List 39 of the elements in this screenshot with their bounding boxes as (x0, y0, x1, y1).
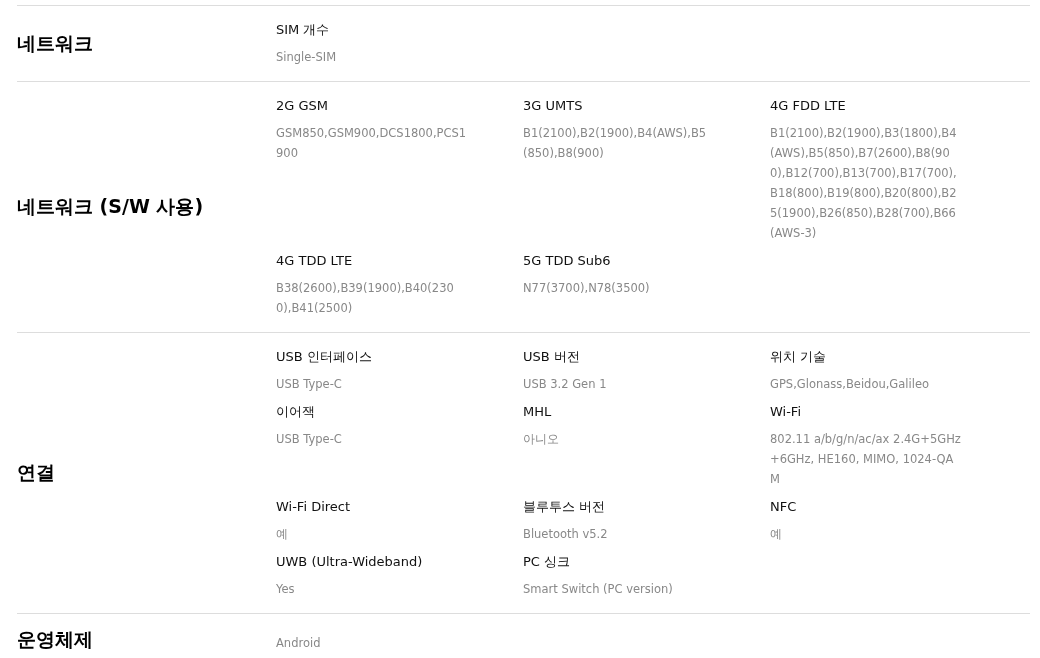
spec-label: NFC (770, 498, 798, 516)
spec-value: Android (276, 635, 322, 652)
spec-label: Wi-Fi (770, 403, 802, 421)
spec-value: USB Type-C (276, 376, 343, 393)
spec-label: USB 인터페이스 (276, 348, 373, 366)
spec-value: GPS,Glonass,Beidou,Galileo (770, 376, 930, 393)
spec-label: 4G FDD LTE (770, 97, 847, 115)
spec-value: 802.11 a/b/g/n/ac/ax 2.4G+5GHz+6GHz, HE160, MIMO, 1024-QAM (770, 431, 962, 488)
spec-value: Single-SIM (276, 49, 338, 66)
spec-value: 예 (770, 526, 783, 543)
spec-label: 3G UMTS (523, 97, 584, 115)
spec-value: USB 3.2 Gen 1 (523, 376, 608, 393)
section-title: 네트워크 (17, 30, 94, 56)
section-title: 운영체제 (17, 627, 94, 652)
spec-label: SIM 개수 (276, 21, 331, 39)
section-title: 연결 (17, 460, 56, 485)
spec-label: PC 싱크 (523, 553, 572, 571)
spec-label: 4G TDD LTE (276, 252, 354, 270)
spec-value: 예 (276, 526, 289, 543)
spec-value: Yes (276, 581, 296, 598)
spec-value: Smart Switch (PC version) (523, 581, 674, 598)
spec-value: B38(2600),B39(1900),B40(2300),B41(2500) (276, 280, 455, 317)
spec-value: N77(3700),N78(3500) (523, 280, 651, 297)
spec-value: Bluetooth v5.2 (523, 526, 609, 543)
spec-label: MHL (523, 403, 553, 421)
spec-label: 이어잭 (276, 403, 316, 421)
spec-label: 위치 기술 (770, 348, 828, 366)
spec-value: USB Type-C (276, 431, 343, 448)
section-title: 네트워크 (S/W 사용) (17, 194, 205, 219)
spec-value: GSM850,GSM900,DCS1800,PCS1900 (276, 125, 468, 162)
spec-value: B1(2100),B2(1900),B4(AWS),B5(850),B8(900) (523, 125, 708, 162)
spec-label: USB 버전 (523, 348, 581, 366)
spec-value: 아니오 (523, 431, 560, 448)
spec-label: UWB (Ultra-Wideband) (276, 553, 424, 571)
spec-label: 5G TDD Sub6 (523, 252, 612, 270)
spec-label: Wi-Fi Direct (276, 498, 352, 516)
spec-label: 2G GSM (276, 97, 330, 115)
spec-value: B1(2100),B2(1900),B3(1800),B4(AWS),B5(850),B7(2600),B8(900),B12(700),B13(700),B17(700),B18(800),B19(800),B20(800),B25(1900),B26(850),B28(700),B66(AWS-3) (770, 125, 958, 242)
spec-label: 블루투스 버전 (523, 498, 607, 516)
